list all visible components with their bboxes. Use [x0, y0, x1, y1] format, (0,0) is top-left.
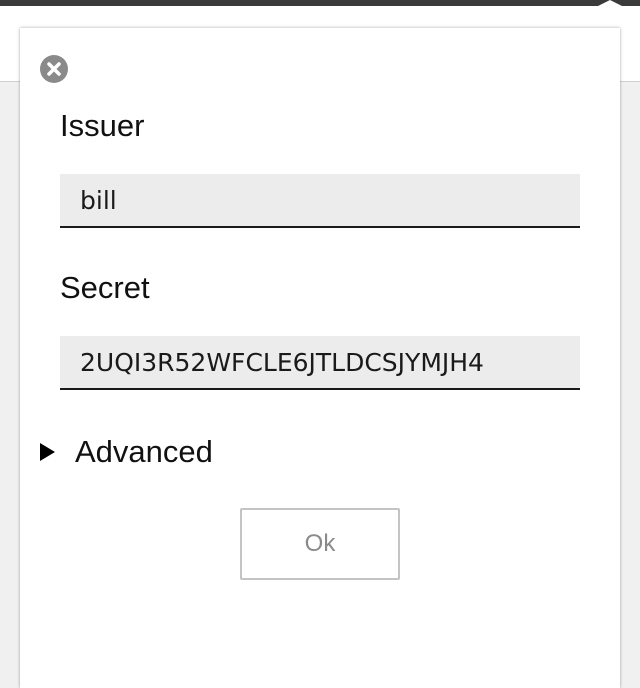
advanced-label: Advanced [75, 434, 213, 469]
add-account-dialog: Issuer Secret Advanced Ok [20, 28, 620, 688]
secret-input[interactable] [60, 336, 580, 390]
issuer-input[interactable] [60, 174, 580, 228]
issuer-label: Issuer [60, 108, 145, 143]
close-icon [47, 62, 61, 76]
advanced-toggle[interactable]: Advanced [40, 432, 213, 472]
disclosure-triangle-icon [40, 443, 55, 461]
popup-pointer [596, 0, 624, 7]
secret-label: Secret [60, 270, 150, 305]
close-button[interactable] [40, 55, 68, 83]
ok-button[interactable]: Ok [240, 508, 400, 580]
